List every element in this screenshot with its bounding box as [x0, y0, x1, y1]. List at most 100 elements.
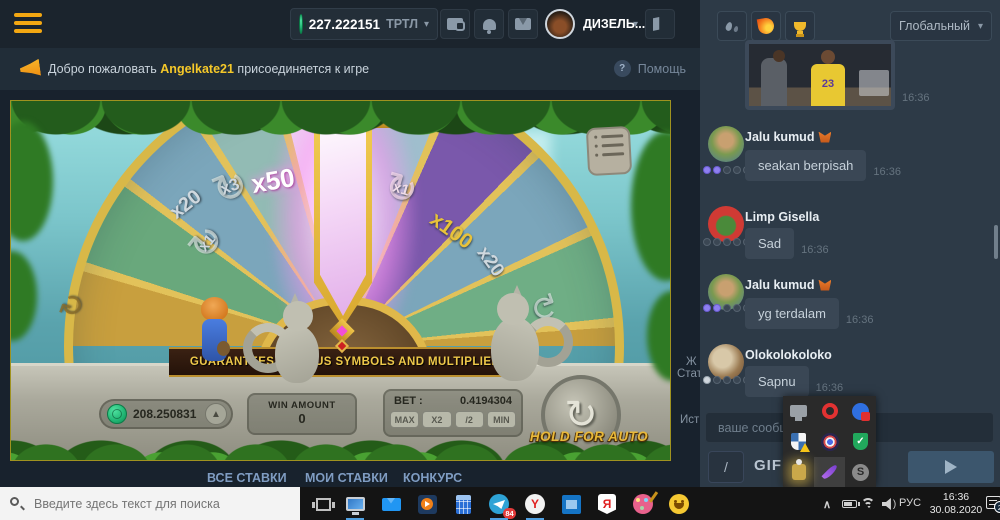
message-time: 16:36 [873, 166, 901, 181]
message-time: 16:36 [816, 382, 844, 397]
game-balance-value: 208.250831 [133, 407, 196, 421]
tray-volume[interactable]: ) [878, 493, 900, 515]
gif-figure [761, 58, 787, 106]
skype-icon: S [852, 464, 869, 481]
yandex-browser-icon: Y [525, 494, 545, 514]
tray-wifi[interactable] [858, 493, 880, 515]
top-bar: 227.222151 ТРТЛ ▾ ДИЗЕЛЬ... ▾ [0, 0, 700, 48]
message-bubble: Sapnu [745, 366, 809, 397]
clock-time: 16:36 [925, 491, 987, 504]
chevron-down-icon[interactable]: ▾ [633, 19, 638, 30]
message-author[interactable]: Jalu kumud [745, 278, 831, 292]
contest-trophy-button[interactable] [785, 11, 815, 41]
tray-media-item[interactable] [814, 426, 845, 457]
clipped-label: Стат [677, 368, 702, 380]
gif-button[interactable]: GIF [754, 457, 782, 474]
avatar[interactable] [708, 126, 744, 162]
tray-app-item[interactable] [845, 396, 876, 426]
taskbar-calculator[interactable] [452, 493, 474, 515]
flags-button[interactable] [645, 9, 675, 39]
taskbar-mail[interactable] [380, 493, 402, 515]
message-author[interactable]: Limp Gisella [745, 210, 819, 224]
trophy-icon [794, 22, 806, 31]
media-player-icon [418, 495, 437, 514]
avatar[interactable] [708, 206, 744, 242]
game-frame: ↻ ↻ x1 x20 ↻ x3 x50 ↻ x1 x100 x20 ↻ GUAR… [10, 100, 671, 461]
tab-my-bets[interactable]: МОИ СТАВКИ [305, 471, 388, 485]
taskbar-paint[interactable] [632, 493, 654, 515]
chat-message: Jalu kumud seakan berpisah 16:36 [700, 126, 1000, 198]
task-view-button[interactable] [312, 493, 334, 515]
bonus-fire-button[interactable] [751, 11, 781, 41]
message-time: 16:36 [801, 244, 829, 259]
character-pouch [217, 341, 230, 356]
green-shield-check-icon: ✓ [853, 433, 868, 450]
win-amount-label: WIN AMOUNT [249, 400, 355, 411]
taskbar-clock[interactable]: 16:36 30.08.2020 [925, 491, 987, 517]
message-author[interactable]: Jalu kumud [745, 130, 831, 144]
rain-button[interactable] [717, 11, 747, 41]
leaf-cluster [631, 131, 671, 281]
hold-for-auto-label[interactable]: HOLD FOR AUTO [509, 429, 669, 444]
tray-display-item[interactable] [783, 396, 814, 426]
hamburger-menu-icon[interactable] [14, 13, 42, 35]
tray-defender-item[interactable] [783, 426, 814, 457]
help-link[interactable]: ? Помощь [614, 60, 686, 77]
purple-feather-icon [821, 464, 838, 481]
tray-chevron[interactable]: ∧ [816, 493, 838, 515]
notifications-button[interactable] [474, 9, 504, 39]
wallet-icon [447, 18, 463, 30]
language-indicator[interactable]: РУС [899, 497, 921, 509]
messages-button[interactable] [508, 9, 538, 39]
mail-icon [382, 498, 401, 511]
bell-icon [483, 19, 496, 30]
tray-person-item[interactable] [783, 457, 814, 487]
wallet-button[interactable] [440, 9, 470, 39]
chat-channel-dropdown[interactable]: Глобальный ▾ [890, 11, 992, 41]
fireball-icon [757, 17, 776, 36]
message-author[interactable]: Olokolokoloko [745, 348, 832, 362]
tab-all-bets[interactable]: ВСЕ СТАВКИ [207, 471, 287, 485]
chevron-down-icon: ▾ [978, 21, 983, 32]
message-time: 16:36 [902, 92, 930, 107]
taskbar-photos[interactable] [560, 493, 582, 515]
slash-command-button[interactable]: / [708, 451, 744, 483]
tray-antivirus-item[interactable]: ✓ [845, 426, 876, 457]
taskbar-media-player[interactable] [416, 493, 438, 515]
user-avatar[interactable] [545, 9, 575, 39]
leaves-top [11, 101, 671, 147]
coin-icon [299, 14, 303, 34]
deposit-arrow-button[interactable]: ▲ [205, 403, 227, 425]
taskbar-yandex[interactable]: Я [596, 493, 618, 515]
avatar[interactable] [708, 344, 744, 380]
tab-contest[interactable]: КОНКУРС [403, 471, 462, 485]
send-button[interactable] [908, 451, 994, 483]
wifi-icon [861, 498, 877, 510]
gif-bubble[interactable]: 23 [745, 40, 895, 110]
tray-skype-item[interactable]: S [845, 457, 876, 487]
rank-dots [703, 376, 751, 384]
yandex-icon: Я [598, 494, 616, 514]
gif-player-jersey: 23 [811, 64, 845, 106]
tray-opera-item[interactable] [814, 396, 845, 426]
announcement-username[interactable]: Angelkate21 [160, 62, 234, 76]
taskbar-yandex-browser[interactable]: Y [524, 493, 546, 515]
balance-dropdown[interactable]: 227.222151 ТРТЛ ▾ [290, 8, 438, 40]
chat-scrollbar[interactable] [994, 225, 998, 259]
tray-feather-item[interactable] [814, 457, 845, 487]
flags-icon [653, 17, 668, 31]
action-center-button[interactable]: 2 [986, 496, 1000, 509]
emoji-icon [669, 494, 689, 514]
currency-code: ТРТЛ [386, 17, 418, 31]
paytable-icon[interactable] [586, 126, 632, 176]
windows-taskbar: 84 Y Я ∧ ) РУС 16:36 30.08.2020 2 [0, 487, 1000, 520]
palette-icon [633, 494, 653, 514]
bet-label: BET : [394, 395, 423, 407]
taskbar-emoji-app[interactable] [668, 493, 690, 515]
display-icon [790, 405, 807, 417]
taskbar-search-input[interactable] [0, 487, 300, 520]
taskbar-computer[interactable] [344, 493, 366, 515]
megaphone-icon [19, 59, 41, 79]
tray-battery[interactable] [838, 493, 860, 515]
taskbar-telegram[interactable]: 84 [488, 493, 510, 515]
